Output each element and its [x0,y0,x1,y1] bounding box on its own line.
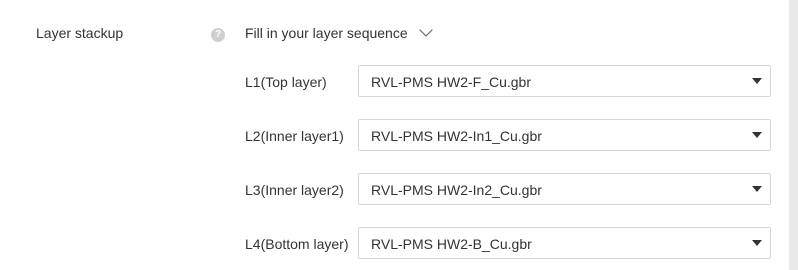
question-mark-icon[interactable]: ? [211,28,225,42]
layer-row-l4: L4(Bottom layer) RVL-PMS HW2-B_Cu.gbr [245,227,773,261]
layer-select-value-l3: RVL-PMS HW2-In2_Cu.gbr [371,182,542,198]
layer-sequence-toggle[interactable]: Fill in your layer sequence [245,24,433,42]
layer-stackup-label: Layer stackup [36,25,124,41]
layer-label-l4: L4(Bottom layer) [245,236,349,252]
layer-stackup-panel: Layer stackup ? Fill in your layer seque… [0,0,789,270]
caret-down-icon [752,78,762,84]
layer-row-l3: L3(Inner layer2) RVL-PMS HW2-In2_Cu.gbr [245,173,773,207]
layer-select-l1[interactable]: RVL-PMS HW2-F_Cu.gbr [358,65,771,97]
layer-sequence-toggle-label: Fill in your layer sequence [245,25,408,41]
layer-label-l2: L2(Inner layer1) [245,128,344,144]
chevron-down-icon [419,29,433,37]
layer-select-l2[interactable]: RVL-PMS HW2-In1_Cu.gbr [358,119,771,151]
layer-select-value-l2: RVL-PMS HW2-In1_Cu.gbr [371,128,542,144]
layer-select-value-l1: RVL-PMS HW2-F_Cu.gbr [371,74,532,90]
caret-down-icon [752,240,762,246]
layer-select-l3[interactable]: RVL-PMS HW2-In2_Cu.gbr [358,173,771,205]
layer-select-value-l4: RVL-PMS HW2-B_Cu.gbr [371,236,532,252]
layer-select-l4[interactable]: RVL-PMS HW2-B_Cu.gbr [358,227,771,259]
layer-label-l1: L1(Top layer) [245,74,327,90]
page-edge [789,0,798,270]
layer-label-l3: L3(Inner layer2) [245,182,344,198]
layer-row-l2: L2(Inner layer1) RVL-PMS HW2-In1_Cu.gbr [245,119,773,153]
caret-down-icon [752,132,762,138]
layer-row-l1: L1(Top layer) RVL-PMS HW2-F_Cu.gbr [245,65,773,99]
caret-down-icon [752,186,762,192]
